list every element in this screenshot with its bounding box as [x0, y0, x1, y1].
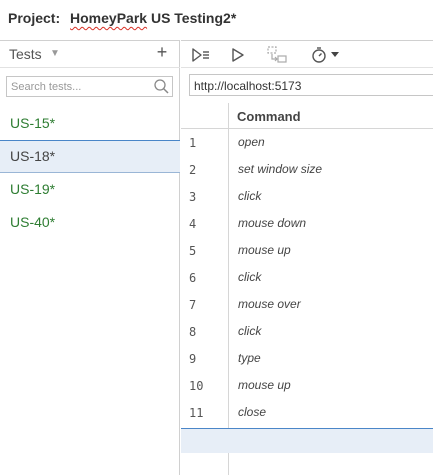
- row-command[interactable]: close: [238, 405, 266, 419]
- dropdown-caret-icon[interactable]: [331, 45, 339, 65]
- row-command[interactable]: mouse over: [238, 297, 301, 311]
- search-icon[interactable]: [153, 78, 170, 95]
- test-item-us-40[interactable]: US-40*: [0, 206, 180, 239]
- commands-table: Command 1 open 2 set window size 3 click 4 m…: [181, 103, 433, 475]
- row-command[interactable]: click: [238, 324, 261, 338]
- command-row[interactable]: 3 click: [181, 183, 433, 210]
- project-header: Project: HomeyPark US Testing2*: [0, 0, 433, 40]
- project-name[interactable]: HomeyPark: [70, 10, 147, 26]
- command-row[interactable]: 4 mouse down: [181, 210, 433, 237]
- tests-header: Tests ▼ +: [0, 40, 180, 68]
- add-test-button[interactable]: +: [154, 42, 170, 63]
- search-input[interactable]: [11, 79, 151, 94]
- test-item-us-19[interactable]: US-19*: [0, 173, 180, 206]
- playback-toolbar: [181, 40, 433, 68]
- table-header: Command: [181, 103, 433, 129]
- row-number: 6: [189, 271, 197, 285]
- test-item-us-15[interactable]: US-15*: [0, 107, 180, 140]
- run-test-icon[interactable]: [231, 45, 245, 65]
- row-command[interactable]: set window size: [238, 162, 322, 176]
- command-row[interactable]: 10 mouse up: [181, 372, 433, 399]
- command-row[interactable]: 11 close: [181, 399, 433, 426]
- command-column-header: Command: [237, 109, 301, 124]
- command-row[interactable]: 1 open: [181, 129, 433, 156]
- row-number: 2: [189, 163, 197, 177]
- speed-timer-icon[interactable]: [311, 45, 327, 65]
- project-title: Project: HomeyPark US Testing2*: [8, 10, 236, 26]
- row-number: 8: [189, 325, 197, 339]
- step-icon[interactable]: [267, 45, 287, 65]
- row-command[interactable]: type: [238, 351, 261, 365]
- row-number: 3: [189, 190, 197, 204]
- row-command[interactable]: click: [238, 270, 261, 284]
- command-row[interactable]: 6 click: [181, 264, 433, 291]
- command-row[interactable]: 9 type: [181, 345, 433, 372]
- command-row[interactable]: 2 set window size: [181, 156, 433, 183]
- row-command[interactable]: click: [238, 189, 261, 203]
- row-command[interactable]: mouse up: [238, 243, 291, 257]
- row-command[interactable]: mouse up: [238, 378, 291, 392]
- row-number: 9: [189, 352, 197, 366]
- row-number: 10: [189, 379, 204, 393]
- command-row[interactable]: 8 click: [181, 318, 433, 345]
- project-label: Project:: [8, 10, 61, 26]
- test-item-us-18[interactable]: US-18*: [0, 140, 180, 173]
- tests-dropdown-label[interactable]: Tests: [9, 46, 42, 62]
- row-number: 7: [189, 298, 197, 312]
- chevron-down-icon[interactable]: ▼: [50, 48, 60, 59]
- base-url-box[interactable]: [189, 74, 433, 96]
- project-name-suffix[interactable]: US Testing2*: [151, 10, 236, 26]
- row-number: 1: [189, 136, 197, 150]
- row-command[interactable]: open: [238, 135, 265, 149]
- test-editor: Command 1 open 2 set window size 3 click 4 m…: [181, 40, 433, 475]
- command-row[interactable]: 5 mouse up: [181, 237, 433, 264]
- row-command[interactable]: mouse down: [238, 216, 306, 230]
- base-url-input[interactable]: [194, 78, 424, 93]
- test-list: US-15* US-18* US-19* US-40*: [0, 107, 180, 239]
- search-tests-box[interactable]: [6, 76, 173, 97]
- command-row[interactable]: 7 mouse over: [181, 291, 433, 318]
- new-command-row[interactable]: [181, 428, 433, 453]
- tests-sidebar: Tests ▼ + US-15* US-18* US-19* US-40*: [0, 40, 180, 475]
- row-number: 5: [189, 244, 197, 258]
- run-all-icon[interactable]: [191, 45, 211, 65]
- row-number: 4: [189, 217, 197, 231]
- row-number: 11: [189, 406, 204, 420]
